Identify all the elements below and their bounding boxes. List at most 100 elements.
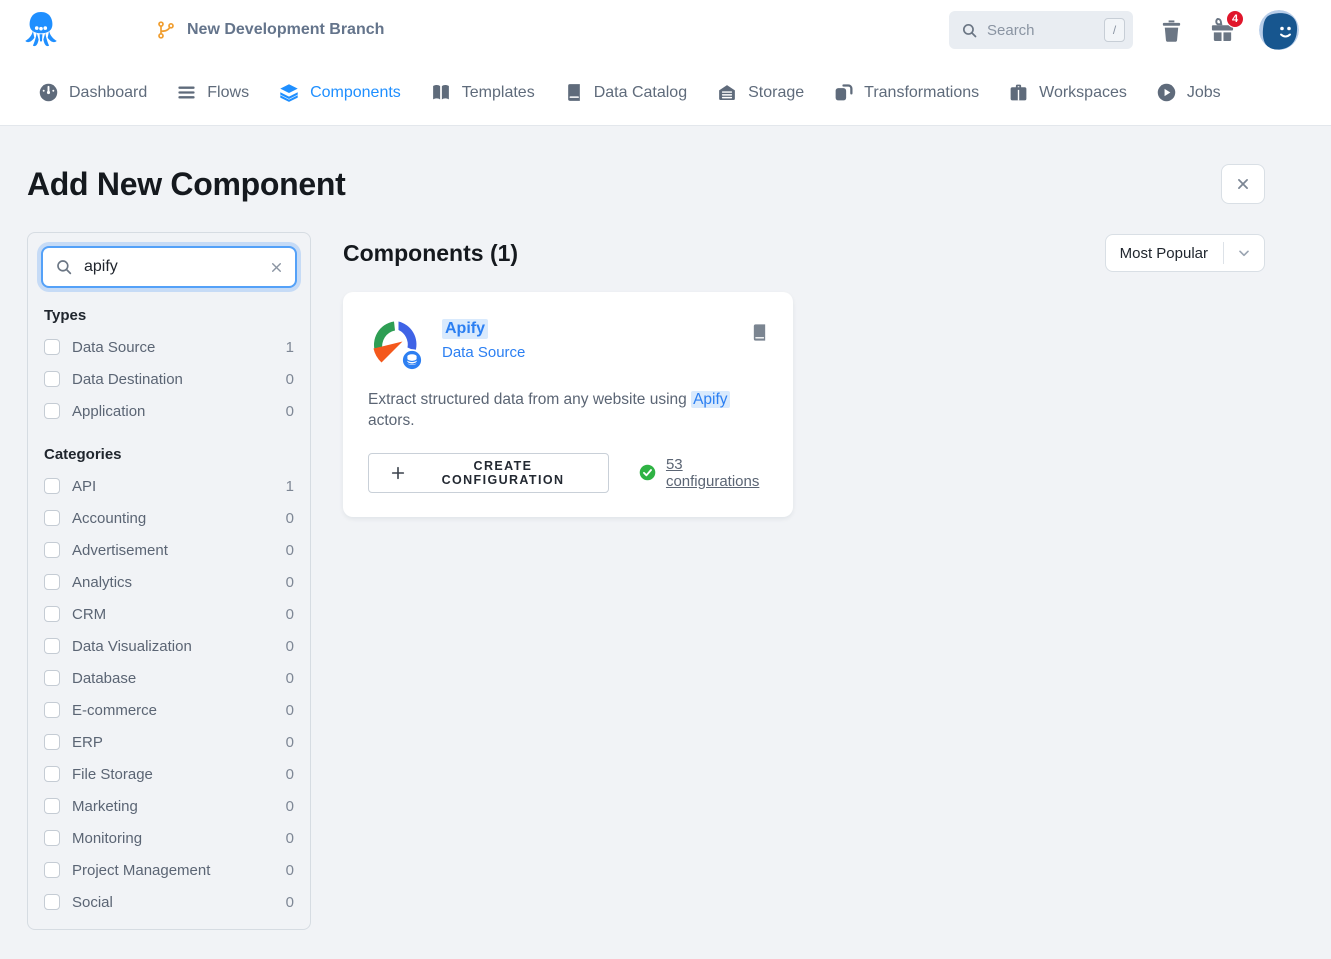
filter-count: 0 (286, 542, 294, 559)
filter-row-data-visualization[interactable]: Data Visualization 0 (41, 630, 297, 662)
documentation-book-icon[interactable] (751, 315, 768, 347)
filter-count: 0 (286, 798, 294, 815)
open-book-icon (430, 82, 452, 103)
checkbox[interactable] (44, 510, 60, 526)
checkbox[interactable] (44, 542, 60, 558)
search-icon (55, 258, 73, 276)
filter-row-analytics[interactable]: Analytics 0 (41, 566, 297, 598)
filter-label: Accounting (72, 510, 146, 527)
checkbox[interactable] (44, 638, 60, 654)
checkbox[interactable] (44, 339, 60, 355)
checkbox[interactable] (44, 606, 60, 622)
nav-label: Flows (207, 84, 249, 102)
main-navigation: Dashboard Flows Components Templates Dat… (0, 60, 1331, 126)
checkbox[interactable] (44, 798, 60, 814)
sort-selected-value: Most Popular (1120, 245, 1208, 262)
sort-dropdown[interactable]: Most Popular (1105, 234, 1265, 272)
branch-label: New Development Branch (187, 21, 384, 39)
briefcase-icon (1008, 82, 1029, 103)
filter-label: E-commerce (72, 702, 157, 719)
flows-lines-icon (176, 82, 197, 103)
create-configuration-button[interactable]: CREATE CONFIGURATION (368, 453, 609, 493)
search-shortcut-key: / (1104, 18, 1125, 42)
close-button[interactable] (1221, 164, 1265, 204)
filter-label: Marketing (72, 798, 138, 815)
checkbox[interactable] (44, 478, 60, 494)
checkbox[interactable] (44, 830, 60, 846)
checkbox[interactable] (44, 403, 60, 419)
filter-label: ERP (72, 734, 103, 751)
top-header: New Development Branch Search / (0, 0, 1331, 60)
global-search-input[interactable]: Search / (949, 11, 1133, 49)
gift-button[interactable]: 4 (1210, 17, 1235, 43)
filter-label: Social (72, 894, 113, 911)
search-icon (961, 22, 978, 39)
checkbox[interactable] (44, 894, 60, 910)
checkbox[interactable] (44, 766, 60, 782)
user-avatar[interactable] (1259, 10, 1299, 50)
results-area: Components (1) Most Popular (343, 232, 1265, 517)
component-type-link[interactable]: Data Source (442, 344, 525, 361)
component-search-input[interactable] (82, 257, 261, 277)
nav-item-dashboard[interactable]: Dashboard (38, 82, 147, 103)
checkbox[interactable] (44, 734, 60, 750)
filter-row-erp[interactable]: ERP 0 (41, 726, 297, 758)
checkbox[interactable] (44, 574, 60, 590)
nav-item-transformations[interactable]: Transformations (833, 82, 979, 103)
keboola-octopus-logo[interactable] (22, 9, 60, 51)
nav-item-components[interactable]: Components (278, 82, 401, 104)
filter-row-ecommerce[interactable]: E-commerce 0 (41, 694, 297, 726)
checkbox[interactable] (44, 670, 60, 686)
filter-label: Database (72, 670, 136, 687)
description-highlight: Apify (691, 391, 729, 408)
filter-row-data-destination[interactable]: Data Destination 0 (41, 363, 297, 395)
categories-section-title: Categories (44, 446, 294, 463)
filter-count: 0 (286, 670, 294, 687)
nav-item-workspaces[interactable]: Workspaces (1008, 82, 1127, 103)
nav-item-storage[interactable]: Storage (716, 82, 804, 103)
filter-count: 1 (286, 339, 294, 356)
filter-label: Data Destination (72, 371, 183, 388)
gauge-icon (38, 82, 59, 103)
filter-row-advertisement[interactable]: Advertisement 0 (41, 534, 297, 566)
checkbox[interactable] (44, 371, 60, 387)
filter-row-file-storage[interactable]: File Storage 0 (41, 758, 297, 790)
play-circle-icon (1156, 82, 1177, 103)
nav-label: Workspaces (1039, 84, 1127, 102)
nav-item-flows[interactable]: Flows (176, 82, 249, 103)
types-section-title: Types (44, 307, 294, 324)
filter-row-project-management[interactable]: Project Management 0 (41, 854, 297, 886)
trash-button[interactable] (1160, 18, 1183, 43)
filter-row-api[interactable]: API 1 (41, 470, 297, 502)
filter-row-crm[interactable]: CRM 0 (41, 598, 297, 630)
nav-item-data-catalog[interactable]: Data Catalog (564, 82, 687, 103)
results-heading: Components (1) (343, 240, 518, 267)
nav-label: Dashboard (69, 84, 147, 102)
filter-count: 0 (286, 371, 294, 388)
box-arrow-icon (833, 82, 854, 103)
filter-row-accounting[interactable]: Accounting 0 (41, 502, 297, 534)
filter-label: CRM (72, 606, 106, 623)
filter-count: 0 (286, 734, 294, 751)
filter-row-application[interactable]: Application 0 (41, 395, 297, 427)
nav-label: Data Catalog (594, 84, 687, 102)
configurations-link[interactable]: 53 configurations (666, 456, 768, 490)
checkbox[interactable] (44, 862, 60, 878)
chevron-down-icon (1224, 245, 1264, 261)
component-name-link[interactable]: Apify (442, 319, 488, 339)
nav-item-templates[interactable]: Templates (430, 82, 535, 103)
filter-label: Application (72, 403, 145, 420)
filter-label: Advertisement (72, 542, 168, 559)
filter-count: 0 (286, 638, 294, 655)
filter-row-data-source[interactable]: Data Source 1 (41, 331, 297, 363)
nav-item-jobs[interactable]: Jobs (1156, 82, 1221, 103)
filter-row-marketing[interactable]: Marketing 0 (41, 790, 297, 822)
filter-row-social[interactable]: Social 0 (41, 886, 297, 918)
clear-search-icon[interactable] (270, 261, 283, 274)
filter-row-database[interactable]: Database 0 (41, 662, 297, 694)
component-search-field[interactable] (41, 246, 297, 288)
checkbox[interactable] (44, 702, 60, 718)
branch-selector[interactable]: New Development Branch (156, 20, 384, 40)
filter-row-monitoring[interactable]: Monitoring 0 (41, 822, 297, 854)
header-right: Search / 4 (949, 10, 1299, 50)
